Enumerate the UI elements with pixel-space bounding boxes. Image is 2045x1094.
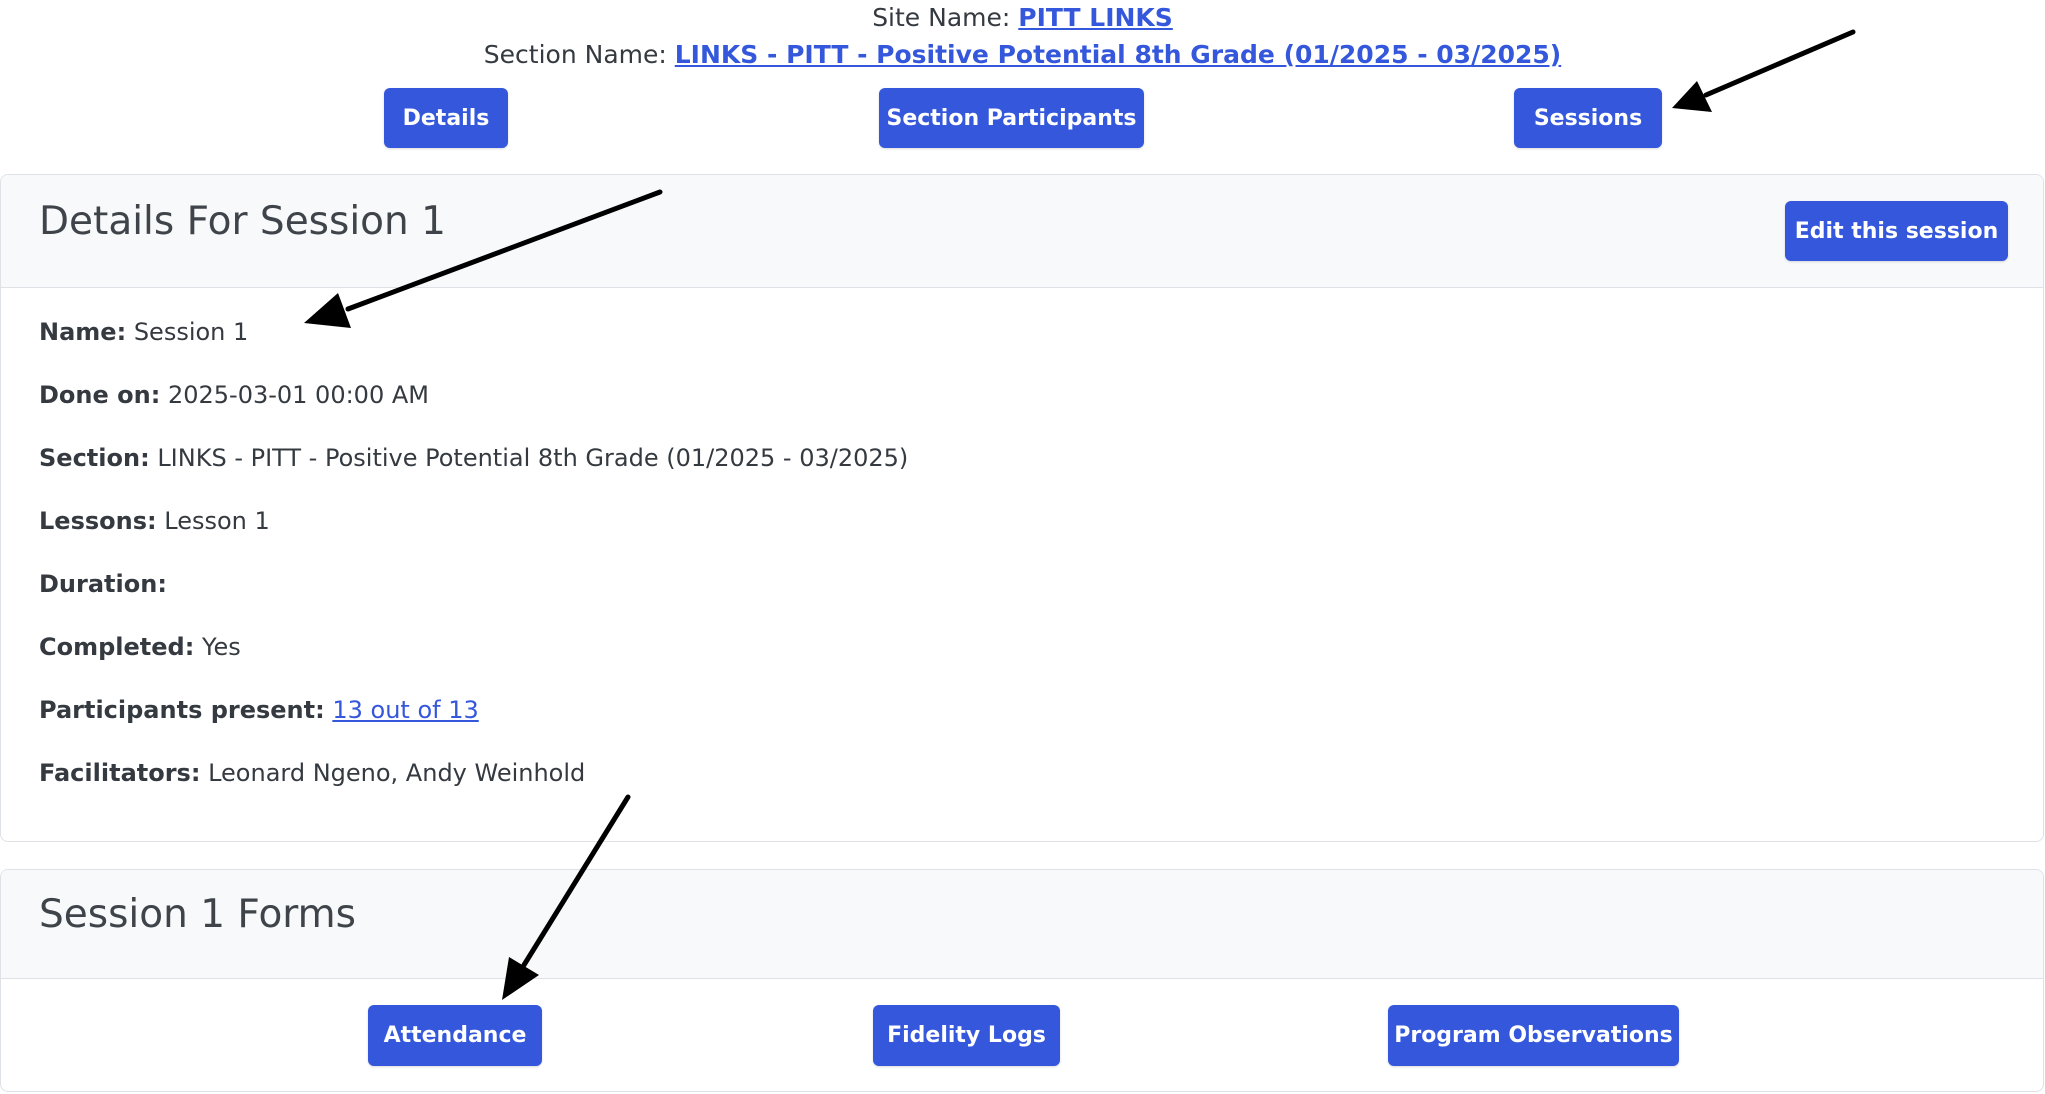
field-lessons-label: Lessons:: [39, 507, 157, 535]
field-lessons: Lessons: Lesson 1: [39, 506, 270, 536]
session-forms-title: Session 1 Forms: [39, 892, 356, 937]
fidelity-logs-button[interactable]: Fidelity Logs: [873, 1005, 1060, 1066]
section-participants-button[interactable]: Section Participants: [879, 88, 1144, 148]
field-done-on: Done on: 2025-03-01 00:00 AM: [39, 380, 429, 410]
field-section-label: Section:: [39, 444, 150, 472]
site-name-line: Site Name: PITT LINKS: [0, 3, 2045, 33]
sessions-button[interactable]: Sessions: [1514, 88, 1662, 148]
attendance-button[interactable]: Attendance: [368, 1005, 542, 1066]
field-facilitators-value: Leonard Ngeno, Andy Weinhold: [208, 759, 586, 787]
field-lessons-value: Lesson 1: [164, 507, 270, 535]
field-duration: Duration:: [39, 569, 167, 599]
field-done-on-label: Done on:: [39, 381, 161, 409]
session-details-title: Details For Session 1: [39, 199, 446, 244]
field-done-on-value: 2025-03-01 00:00 AM: [167, 381, 429, 409]
session-forms-card: Session 1 Forms Attendance Fidelity Logs…: [0, 869, 2044, 1092]
site-name-link[interactable]: PITT LINKS: [1018, 3, 1173, 32]
field-completed-value: Yes: [201, 633, 241, 661]
participants-present-link[interactable]: 13 out of 13: [332, 696, 478, 724]
field-name-value: Session 1: [133, 318, 249, 346]
field-duration-label: Duration:: [39, 570, 167, 598]
site-name-label: Site Name:: [872, 3, 1011, 32]
edit-session-button[interactable]: Edit this session: [1785, 201, 2008, 261]
field-name: Name: Session 1: [39, 317, 248, 347]
program-observations-button[interactable]: Program Observations: [1388, 1005, 1679, 1066]
field-facilitators-label: Facilitators:: [39, 759, 201, 787]
section-name-line: Section Name: LINKS - PITT - Positive Po…: [0, 40, 2045, 70]
details-button[interactable]: Details: [384, 88, 508, 148]
field-name-label: Name:: [39, 318, 127, 346]
field-participants-present-label: Participants present:: [39, 696, 325, 724]
field-participants-present: Participants present: 13 out of 13: [39, 695, 479, 725]
session-details-header: Details For Session 1 Edit this session: [1, 175, 2043, 288]
session-forms-header: Session 1 Forms: [1, 870, 2043, 979]
section-name-link[interactable]: LINKS - PITT - Positive Potential 8th Gr…: [675, 40, 1561, 69]
section-name-label: Section Name:: [483, 40, 667, 69]
field-facilitators: Facilitators: Leonard Ngeno, Andy Weinho…: [39, 758, 585, 788]
field-completed-label: Completed:: [39, 633, 195, 661]
field-completed: Completed: Yes: [39, 632, 241, 662]
field-section: Section: LINKS - PITT - Positive Potenti…: [39, 443, 908, 473]
session-details-card: Details For Session 1 Edit this session …: [0, 174, 2044, 842]
field-section-value: LINKS - PITT - Positive Potential 8th Gr…: [157, 444, 909, 472]
